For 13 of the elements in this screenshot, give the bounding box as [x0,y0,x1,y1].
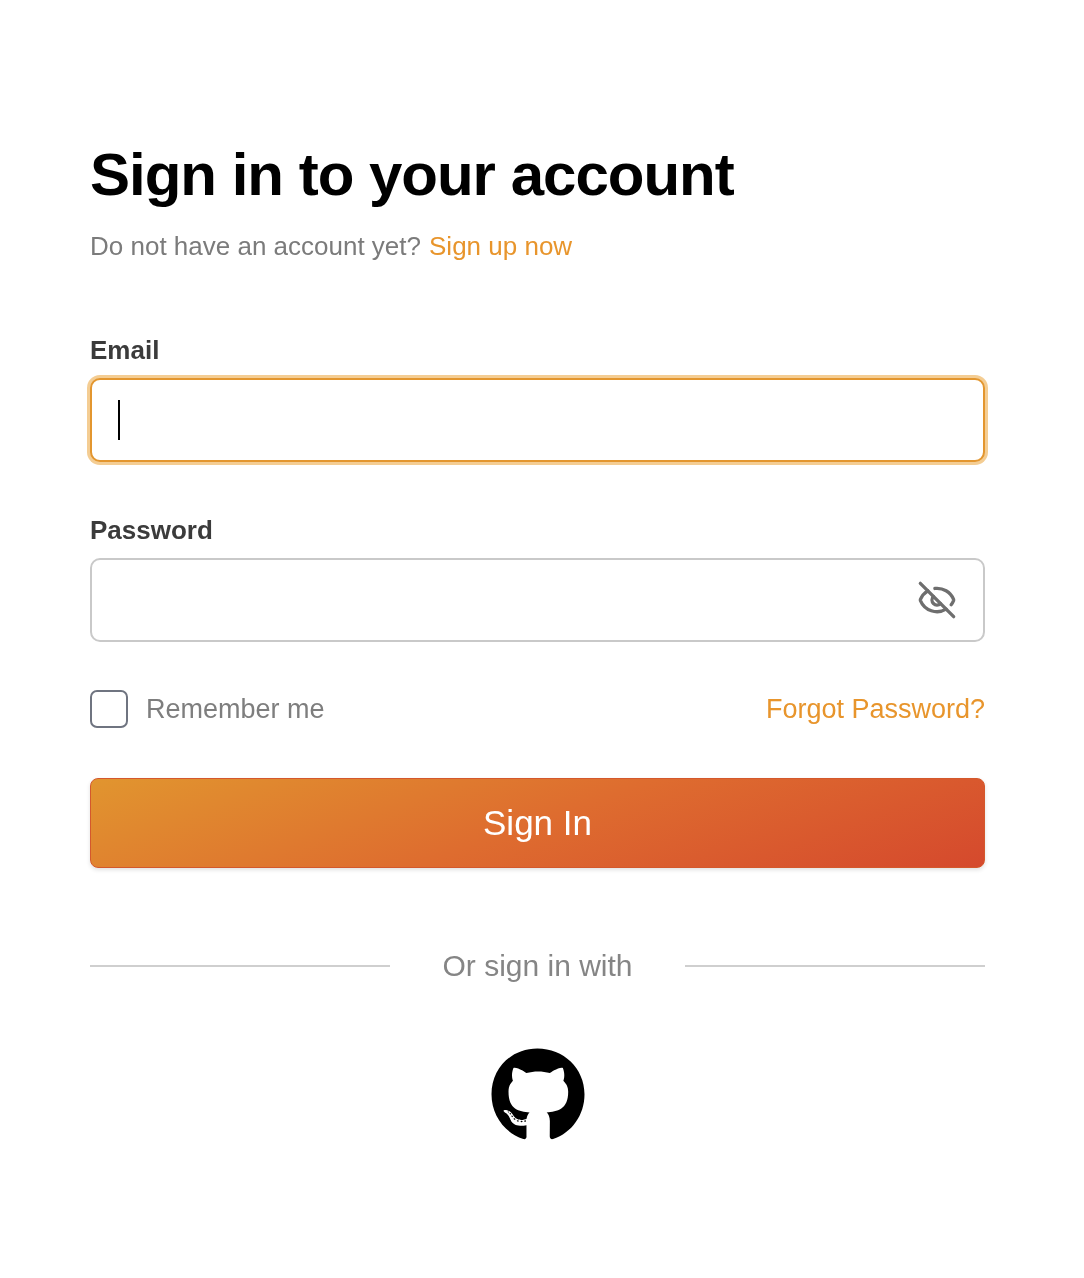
sign-in-button[interactable]: Sign In [90,778,985,868]
divider-text: Or sign in with [441,948,634,984]
page-title: Sign in to your account [90,140,735,210]
field-label: Password [90,514,214,547]
text-cursor [118,400,120,440]
remember-checkbox[interactable] [90,690,128,728]
field-label: Email [90,334,161,367]
email-field[interactable] [90,378,985,462]
password-field[interactable] [90,558,985,642]
forgot-password-link[interactable]: Forgot Password? [765,691,985,727]
sign-up-link[interactable]: Sign up now [429,228,573,264]
signup-prompt: Do not have an account yet? [90,230,421,263]
checkbox-label: Remember me [146,693,325,726]
